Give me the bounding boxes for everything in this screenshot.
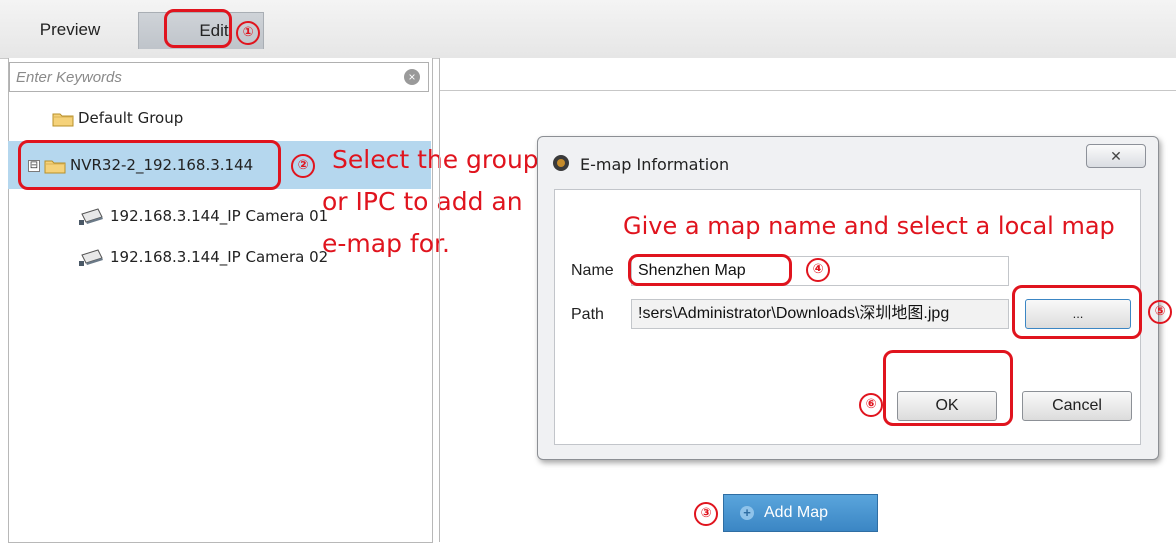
path-label: Path bbox=[571, 306, 604, 323]
tree-item-camera-01[interactable]: 192.168.3.144_IP Camera 01 bbox=[78, 204, 328, 228]
search-placeholder: Enter Keywords bbox=[16, 69, 122, 86]
annotation-dialog-hint: Give a map name and select a local map bbox=[623, 212, 1115, 240]
annotation-box-ok bbox=[883, 350, 1013, 426]
panel-divider[interactable] bbox=[439, 58, 440, 542]
annotation-select-line-3: e-map for. bbox=[322, 229, 450, 258]
add-map-label: Add Map bbox=[764, 504, 829, 521]
annotation-step-1: ① bbox=[236, 21, 260, 45]
search-input[interactable]: Enter Keywords × bbox=[9, 62, 429, 92]
tree-item-default-group[interactable]: Default Group bbox=[52, 106, 183, 130]
tree-item-label: 192.168.3.144_IP Camera 01 bbox=[110, 207, 329, 225]
tree-item-camera-02[interactable]: 192.168.3.144_IP Camera 02 bbox=[78, 245, 328, 269]
close-button[interactable]: ✕ bbox=[1086, 144, 1146, 168]
annotation-box-name bbox=[628, 254, 792, 286]
annotation-box-browse bbox=[1012, 285, 1142, 339]
name-label: Name bbox=[571, 262, 614, 279]
camera-icon bbox=[79, 207, 103, 225]
path-field[interactable]: !sers\Administrator\Downloads\深圳地图.jpg bbox=[631, 299, 1009, 329]
tab-preview[interactable]: Preview bbox=[10, 12, 130, 48]
tree-item-label: Default Group bbox=[78, 109, 184, 127]
annotation-box-edit bbox=[164, 9, 232, 48]
plus-icon: + bbox=[740, 506, 754, 520]
annotation-step-5: ⑤ bbox=[1148, 300, 1172, 324]
annotation-select-line-1: Select the group bbox=[332, 145, 539, 174]
annotation-step-6: ⑥ bbox=[859, 393, 883, 417]
annotation-step-2: ② bbox=[291, 154, 315, 178]
add-map-button[interactable]: + Add Map bbox=[723, 494, 878, 532]
cancel-button[interactable]: Cancel bbox=[1022, 391, 1132, 421]
annotation-box-nvr bbox=[18, 140, 281, 190]
annotation-step-4: ④ bbox=[806, 258, 830, 282]
device-tree-panel: Enter Keywords × bbox=[8, 58, 433, 543]
app-icon bbox=[553, 155, 569, 171]
annotation-select-line-2: or IPC to add an bbox=[322, 187, 523, 216]
camera-icon bbox=[79, 248, 103, 266]
tree-item-label: 192.168.3.144_IP Camera 02 bbox=[110, 248, 329, 266]
dialog-title: E-map Information bbox=[580, 155, 730, 174]
annotation-step-3: ③ bbox=[694, 502, 718, 526]
clear-icon[interactable]: × bbox=[404, 69, 420, 85]
map-toolbar bbox=[440, 58, 1176, 91]
folder-icon bbox=[52, 111, 74, 127]
